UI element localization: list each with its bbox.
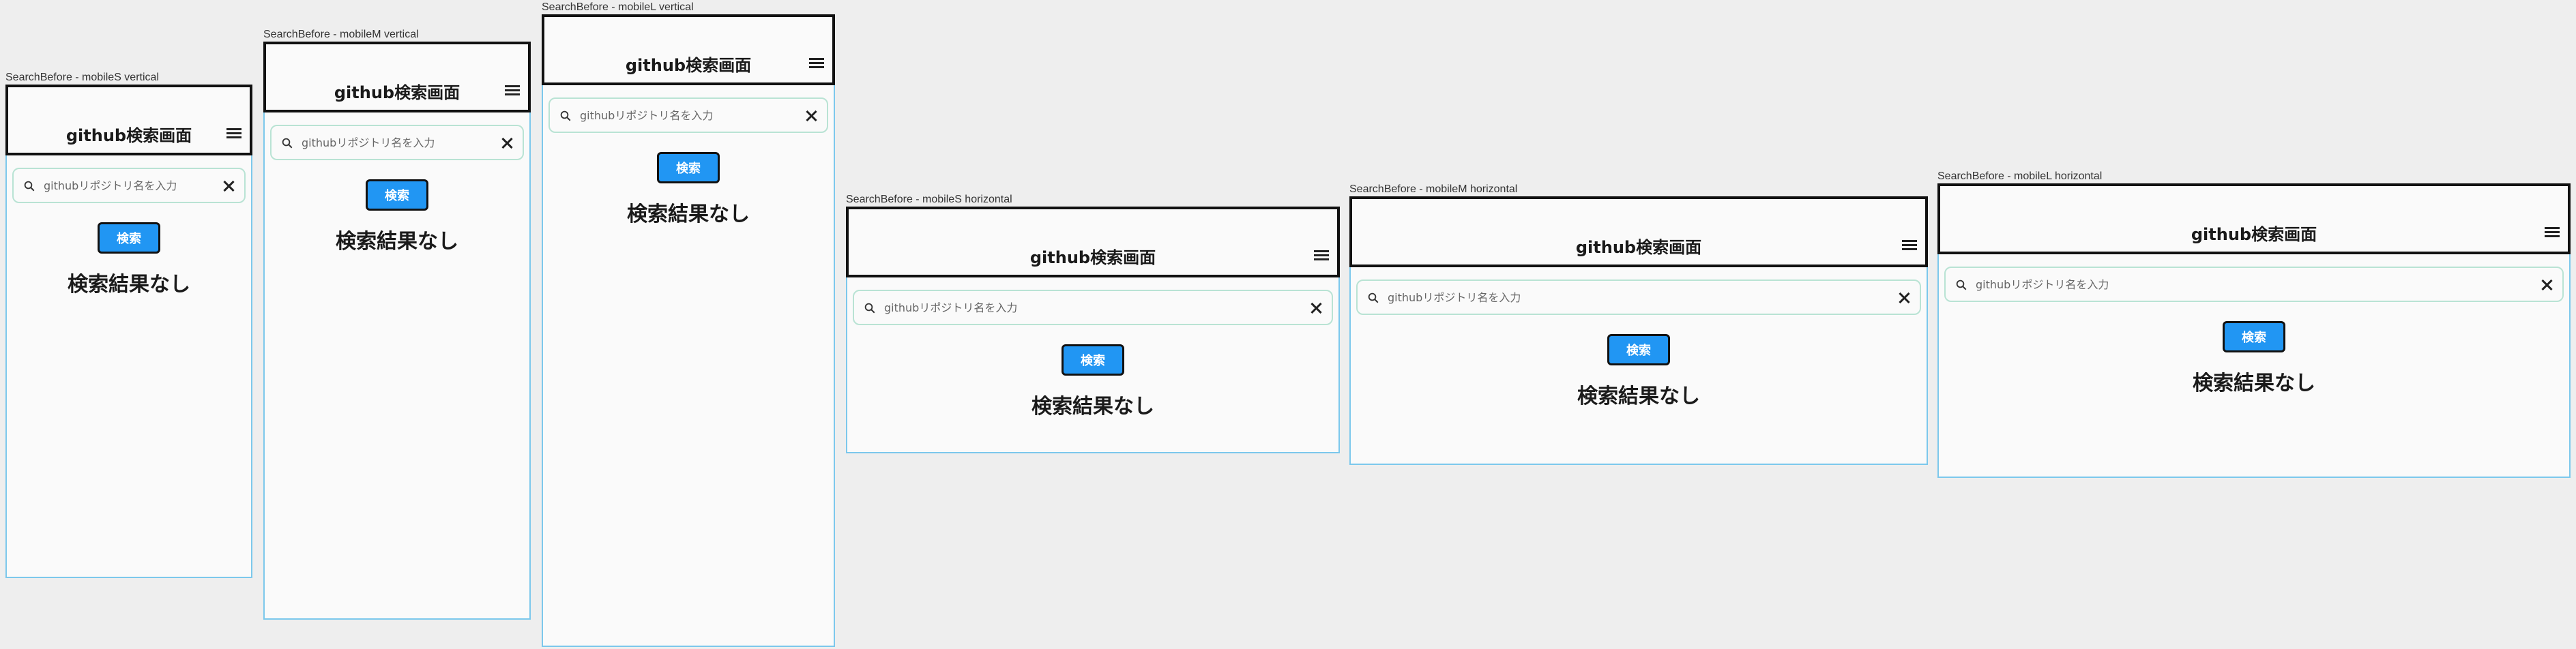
frame-label: SearchBefore - mobileL horizontal (1937, 170, 2103, 182)
search-input[interactable] (1388, 288, 1887, 307)
search-bar[interactable] (1356, 280, 1921, 315)
frame-label: SearchBefore - mobileL vertical (542, 1, 694, 13)
frame-label: SearchBefore - mobileS horizontal (846, 194, 1012, 205)
search-input[interactable] (302, 133, 490, 152)
frame-mobile-m-horizontal: github検索画面 検索 検索結果なし (1349, 196, 1928, 465)
search-button[interactable]: 検索 (98, 222, 160, 254)
app-bar: github検索画面 (1349, 196, 1928, 267)
frame-mobile-s-horizontal: github検索画面 検索 検索結果なし (846, 207, 1340, 453)
close-icon[interactable] (1898, 292, 1910, 304)
page-title: github検索画面 (625, 56, 752, 75)
frame-mobile-m-vertical: github検索画面 検索 検索結果なし (263, 42, 531, 620)
hamburger-menu-icon[interactable] (2545, 227, 2560, 238)
frame-label: SearchBefore - mobileM horizontal (1349, 183, 1518, 195)
search-bar[interactable] (548, 97, 828, 133)
empty-result-message: 検索結果なし (2193, 372, 2315, 395)
page-title: github検索画面 (1575, 238, 1702, 257)
hamburger-menu-icon[interactable] (226, 128, 241, 139)
frame-mobile-l-horizontal: github検索画面 検索 検索結果なし (1937, 183, 2571, 478)
frame-mobile-s-vertical: github検索画面 検索 検索結果なし (5, 85, 252, 578)
search-icon (282, 138, 293, 149)
close-icon[interactable] (222, 180, 235, 192)
search-icon (1368, 292, 1379, 303)
empty-result-message: 検索結果なし (1031, 395, 1154, 419)
page-title: github検索画面 (65, 126, 192, 145)
search-bar[interactable] (853, 290, 1333, 325)
search-icon (1956, 280, 1967, 290)
search-icon (24, 181, 35, 192)
search-input[interactable] (884, 298, 1299, 317)
empty-result-message: 検索結果なし (1577, 384, 1700, 408)
search-button[interactable]: 検索 (1607, 334, 1670, 365)
search-input[interactable] (1976, 275, 2530, 294)
frame-label: SearchBefore - mobileS vertical (5, 72, 159, 83)
page-title: github検索画面 (2191, 225, 2317, 244)
search-input[interactable] (44, 176, 211, 195)
empty-result-message: 検索結果なし (68, 273, 190, 297)
search-input[interactable] (580, 106, 794, 125)
empty-result-message: 検索結果なし (627, 202, 750, 226)
close-icon[interactable] (1310, 302, 1322, 314)
search-icon (560, 110, 571, 121)
app-bar: github検索画面 (5, 85, 252, 155)
close-icon[interactable] (501, 137, 513, 149)
hamburger-menu-icon[interactable] (1314, 250, 1329, 261)
hamburger-menu-icon[interactable] (1902, 240, 1917, 251)
search-button[interactable]: 検索 (1062, 344, 1124, 376)
search-icon (864, 303, 875, 314)
app-bar: github検索画面 (542, 14, 835, 85)
search-button[interactable]: 検索 (657, 152, 720, 183)
frame-mobile-l-vertical: github検索画面 検索 検索結果なし (542, 14, 835, 647)
close-icon[interactable] (2541, 279, 2553, 291)
close-icon[interactable] (805, 110, 817, 122)
search-bar[interactable] (270, 125, 524, 160)
search-bar[interactable] (1944, 267, 2564, 302)
page-title: github検索画面 (1029, 248, 1156, 267)
page-title: github検索画面 (334, 83, 460, 102)
search-button[interactable]: 検索 (2223, 321, 2285, 352)
hamburger-menu-icon[interactable] (505, 85, 520, 96)
app-bar: github検索画面 (1937, 183, 2571, 254)
frame-label: SearchBefore - mobileM vertical (263, 29, 419, 40)
empty-result-message: 検索結果なし (336, 230, 458, 254)
hamburger-menu-icon[interactable] (809, 58, 824, 69)
search-bar[interactable] (12, 168, 246, 203)
search-button[interactable]: 検索 (366, 179, 428, 211)
app-bar: github検索画面 (846, 207, 1340, 277)
app-bar: github検索画面 (263, 42, 531, 112)
